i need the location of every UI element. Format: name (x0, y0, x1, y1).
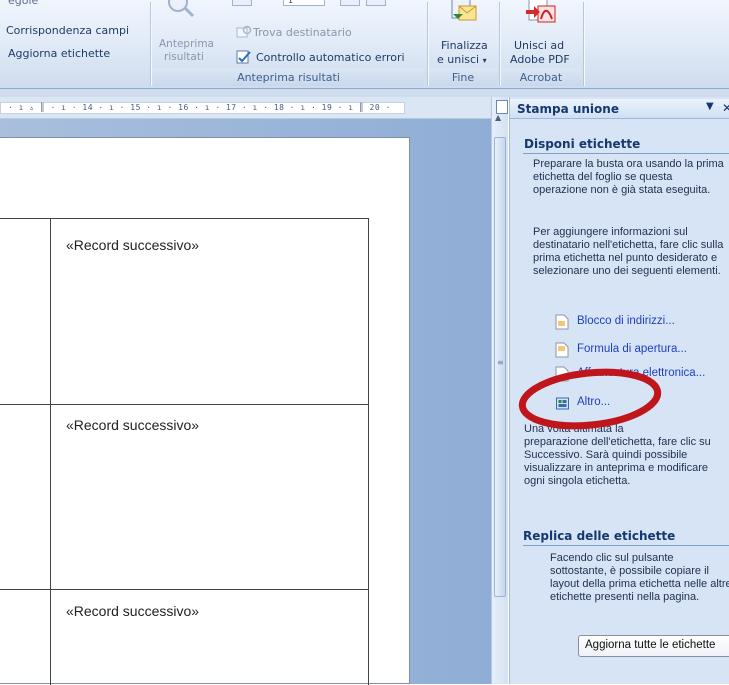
database-icon (556, 397, 569, 410)
table-border (0, 589, 369, 590)
anteprima-label-line2: risultati (164, 51, 204, 63)
link-label: Blocco di indirizzi... (577, 315, 675, 327)
group-acrobat-label: Acrobat (519, 71, 563, 84)
finalizza-unisci-button[interactable]: Finalizza e unisci ▾ (431, 0, 497, 68)
table-border (0, 404, 369, 405)
controllo-errori-button[interactable]: Controllo automatico errori (256, 51, 405, 64)
check-errors-icon (236, 50, 251, 64)
section-disponi-title: Disponi etichette (524, 137, 641, 151)
ribbon-separator (150, 2, 151, 86)
aggiorna-etichette-button[interactable]: Aggiorna etichette (8, 47, 110, 60)
link-label: Affrancatura elettronica... (577, 367, 706, 379)
record-number-field[interactable]: 1 (283, 0, 325, 6)
finalizza-label-line1: Finalizza (441, 39, 488, 52)
blocco-indirizzi-link[interactable]: Blocco di indirizzi... (555, 314, 729, 332)
finalizza-line2-text: e unisci (437, 53, 480, 66)
label-field[interactable]: «Record successivo» (66, 603, 199, 619)
document-icon (555, 314, 569, 330)
document-page[interactable]: «Record successivo» «Record successivo» … (0, 137, 410, 685)
next-record-button[interactable] (340, 0, 360, 6)
close-icon[interactable]: ✕ (722, 101, 729, 115)
unisci-label-line2: Adobe PDF (510, 53, 570, 66)
aggiorna-tutte-button[interactable]: Aggiorna tutte le etichette (578, 635, 729, 657)
ribbon-separator (583, 2, 584, 86)
affrancatura-elettronica-link[interactable]: Affrancatura elettronica... (555, 366, 729, 384)
ribbon-top-cut-label: egole (8, 0, 39, 7)
pane-paragraph: Facendo clic sul pulsante sottostante, è… (550, 552, 729, 603)
ribbon-bottom-strip (0, 89, 729, 97)
altro-link[interactable]: Altro... (555, 395, 645, 413)
scrollbar-thumb[interactable]: ≡ (494, 137, 506, 597)
label-field[interactable]: «Record successivo» (66, 237, 199, 253)
pane-paragraph: preparazione dell'etichetta, fare clic s… (524, 436, 711, 487)
corrispondenza-campi-button[interactable]: Corrispondenza campi (6, 24, 129, 37)
unisci-adobe-pdf-button[interactable]: Unisci ad Adobe PDF (502, 0, 580, 68)
ribbon-separator (499, 2, 500, 86)
table-border (368, 218, 369, 685)
dropdown-icon[interactable]: ▼ (706, 101, 714, 112)
label-field[interactable]: «Record successivo» (66, 417, 199, 433)
section-replica-title: Replica delle etichette (523, 529, 676, 543)
link-label: Altro... (577, 396, 611, 408)
table-border (50, 218, 51, 685)
vertical-scrollbar[interactable]: ▲ ≡ (491, 97, 508, 684)
horizontal-ruler[interactable]: · ı ▵ ║ · ı · 14 · ı · 15 · ı · 16 · ı ·… (0, 97, 491, 119)
finalizza-label-line2: e unisci ▾ (437, 53, 487, 67)
mail-merge-task-pane: Stampa unione ▼ ✕ Disponi etichette Prep… (496, 97, 729, 684)
group-fine-label: Fine (451, 71, 475, 84)
document-icon (555, 366, 569, 382)
pane-paragraph: Per aggiungere informazioni sul destinat… (533, 226, 724, 277)
last-record-button[interactable] (366, 0, 386, 6)
anteprima-label-line1: Anteprima (159, 38, 214, 50)
magnifier-icon (168, 0, 195, 18)
find-recipient-icon (236, 25, 252, 38)
chevron-down-icon: ▾ (482, 56, 487, 65)
pane-header: Stampa unione ▼ ✕ (510, 99, 729, 119)
finish-merge-icon (451, 0, 477, 21)
grip-icon: ≡ (497, 358, 504, 367)
adobe-pdf-icon (526, 0, 556, 23)
section-rule (523, 153, 729, 154)
formula-apertura-link[interactable]: Formula di apertura... (555, 342, 729, 360)
record-number: 1 (288, 0, 294, 5)
group-anteprima-label: Anteprima risultati (237, 71, 340, 84)
first-record-button[interactable] (232, 0, 252, 6)
pane-title: Stampa unione (517, 102, 619, 116)
document-icon (555, 342, 569, 358)
section-rule (523, 545, 729, 546)
ribbon: egole Corrispondenza campi Aggiorna etic… (0, 0, 729, 89)
unisci-label-line1: Unisci ad (514, 39, 565, 52)
anteprima-risultati-button[interactable]: Anteprima risultati (153, 0, 214, 66)
pane-doc-icon (496, 100, 508, 114)
trova-destinatario-button[interactable]: Trova destinatario (253, 26, 352, 39)
ruler-scale: · ı ▵ ║ · ı · 14 · ı · 15 · ı · 16 · ı ·… (8, 103, 391, 112)
scroll-up-icon[interactable]: ▲ (495, 113, 501, 122)
link-label: Formula di apertura... (577, 343, 687, 355)
table-border (0, 218, 369, 219)
pane-paragraph-line: Una volta ultimata la (524, 423, 624, 435)
ribbon-separator (427, 2, 428, 86)
pane-paragraph: Preparare la busta ora usando la prima e… (533, 158, 724, 196)
